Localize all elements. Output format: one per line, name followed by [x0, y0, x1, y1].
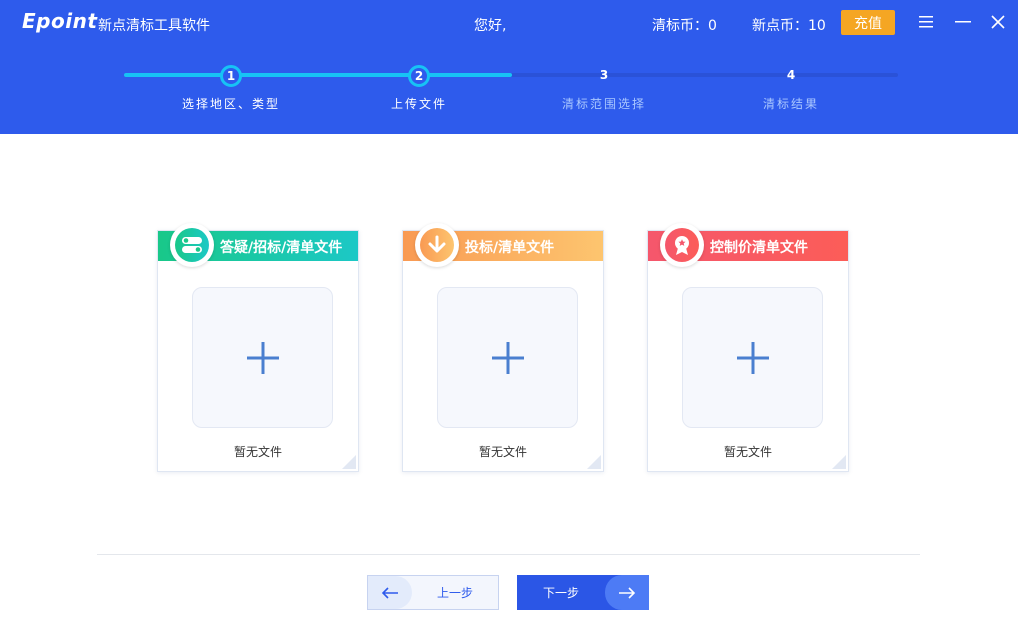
- card-badge: [660, 223, 704, 267]
- minimize-button[interactable]: [953, 12, 973, 32]
- empty-file-text: 暂无文件: [478, 445, 527, 459]
- header-bar: Epoint 新点清标工具软件 您好, 清标币：0 新点币：10 充值 1 2 …: [0, 0, 1018, 134]
- plus-icon: [246, 341, 279, 374]
- epoint-logo: Epoint: [22, 9, 98, 33]
- upload-drop-zone[interactable]: [192, 287, 333, 428]
- upload-card-bid: 投标/清单文件 暂无文件: [402, 223, 604, 472]
- upload-drop-zone[interactable]: [437, 287, 578, 428]
- previous-step-button[interactable]: 上一步: [367, 575, 499, 610]
- step-1-circle: 1: [220, 65, 242, 87]
- step-2-circle: 2: [408, 65, 430, 87]
- card-corner-decoration: [342, 455, 356, 469]
- step-3-label: 清标范围选择: [561, 97, 646, 111]
- user-greeting: 您好,: [474, 18, 507, 34]
- step-4-label: 清标结果: [762, 97, 819, 111]
- arrow-right-icon: [605, 575, 649, 610]
- upload-card-tender: 答疑/招标/清单文件 暂无文件: [157, 223, 359, 472]
- upload-drop-zone[interactable]: [682, 287, 823, 428]
- minimize-icon: [955, 21, 971, 23]
- qingbiao-coin-balance: 清标币：0: [652, 18, 717, 34]
- next-step-button[interactable]: 下一步: [517, 575, 649, 610]
- app-title: 新点清标工具软件: [98, 18, 210, 34]
- plus-icon: [736, 341, 769, 374]
- step-2-label: 上传文件: [390, 97, 447, 111]
- step-track-progress: [124, 73, 512, 77]
- card-title: 投标/清单文件: [465, 240, 555, 256]
- previous-step-label: 上一步: [436, 586, 473, 600]
- empty-file-text: 暂无文件: [233, 445, 282, 459]
- toggle-icon: [175, 228, 209, 262]
- upload-card-control-price: 控制价清单文件 暂无文件: [647, 223, 849, 472]
- empty-file-text: 暂无文件: [723, 445, 772, 459]
- card-badge: [415, 223, 459, 267]
- hamburger-icon: [919, 16, 933, 28]
- plus-icon: [491, 341, 524, 374]
- card-corner-decoration: [832, 455, 846, 469]
- step-1-label: 选择地区、类型: [181, 97, 280, 111]
- card-title: 答疑/招标/清单文件: [220, 240, 343, 256]
- medal-icon: [665, 228, 699, 262]
- download-arrow-icon: [420, 228, 454, 262]
- arrow-left-icon: [368, 576, 412, 609]
- close-icon: [991, 15, 1005, 29]
- menu-button[interactable]: [916, 12, 936, 32]
- step-3-number: 3: [599, 68, 609, 82]
- card-title: 控制价清单文件: [710, 240, 808, 256]
- recharge-button[interactable]: 充值: [841, 10, 895, 35]
- card-badge: [170, 223, 214, 267]
- step-4-number: 4: [786, 68, 796, 82]
- footer-divider: [97, 554, 920, 555]
- close-button[interactable]: [988, 12, 1008, 32]
- next-step-label: 下一步: [542, 586, 579, 600]
- xindian-coin-balance: 新点币：10: [752, 18, 826, 34]
- card-corner-decoration: [587, 455, 601, 469]
